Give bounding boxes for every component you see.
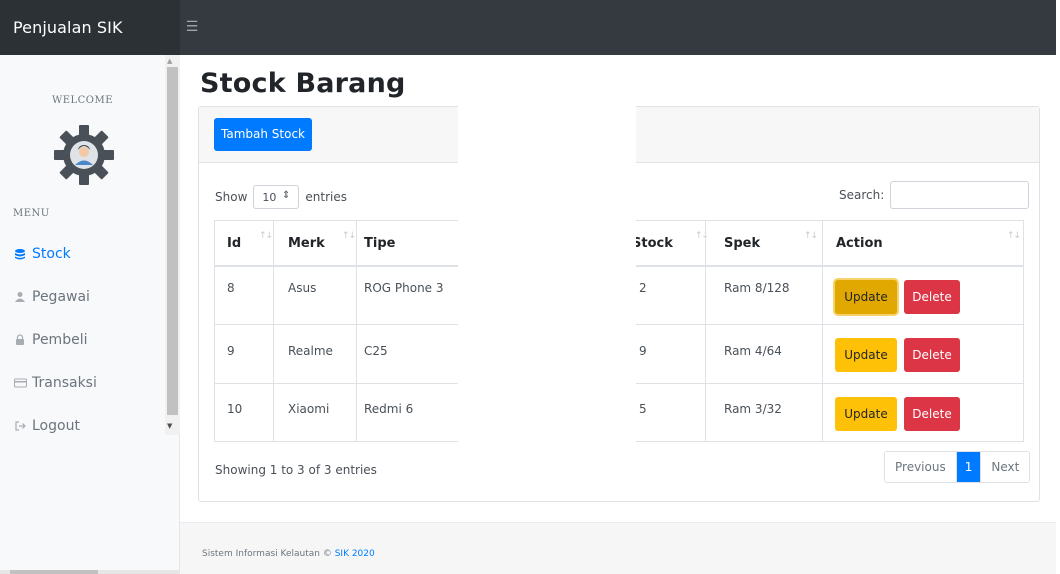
lock-icon — [13, 333, 27, 347]
cell-id: 8 — [227, 281, 235, 295]
scroll-down-arrow-icon[interactable]: ▼ — [167, 422, 172, 430]
page-title: Stock Barang — [200, 68, 406, 99]
footer: Sistem Informasi Kelautan © SIK 2020 — [180, 522, 1056, 574]
cell-merk: Realme — [288, 344, 333, 358]
search-label: Search: — [839, 188, 885, 202]
search-control: Search: — [839, 181, 1030, 209]
blank-region — [458, 106, 636, 442]
pagination-page[interactable]: 1 — [956, 452, 981, 482]
top-navbar: Penjualan SIK ☰ — [0, 0, 1056, 55]
cell-tipe: Redmi 6 — [364, 402, 414, 416]
add-stock-button[interactable]: Tambah Stock — [214, 118, 312, 151]
column-header-merk[interactable]: Merk — [288, 236, 325, 251]
length-control: Show 10 ⇕ entries — [215, 185, 347, 209]
sort-icon[interactable]: ↑↓ — [804, 231, 818, 241]
sidebar-item-label: Transaksi — [32, 375, 97, 391]
select-caret-icon: ⇕ — [282, 190, 291, 201]
delete-button[interactable]: Delete — [904, 397, 960, 431]
delete-button[interactable]: Delete — [904, 280, 960, 314]
sort-icon[interactable]: ↑↓ — [342, 231, 356, 241]
sort-icon[interactable]: ↑↓ — [695, 231, 709, 241]
table-border-left — [214, 220, 215, 442]
card-icon — [13, 376, 27, 390]
table-column-divider — [822, 220, 823, 442]
update-button[interactable]: Update — [835, 338, 897, 372]
footer-text: Sistem Informasi Kelautan © SIK 2020 — [202, 549, 375, 559]
database-icon — [13, 247, 27, 261]
menu-toggle-icon[interactable]: ☰ — [181, 17, 203, 37]
scroll-up-arrow-icon[interactable]: ▲ — [167, 57, 172, 65]
update-button[interactable]: Update — [835, 280, 897, 314]
sidebar-item-transaksi[interactable]: Transaksi — [13, 371, 97, 395]
sidebar-item-label: Pegawai — [32, 289, 90, 305]
sidebar-item-pegawai[interactable]: Pegawai — [13, 285, 90, 309]
search-input[interactable] — [890, 181, 1030, 209]
welcome-label: WELCOME — [51, 95, 114, 106]
cell-merk: Xiaomi — [288, 402, 330, 416]
entries-label: entries — [305, 190, 347, 204]
sidebar-item-logout[interactable]: Logout — [13, 414, 80, 438]
cell-merk: Asus — [288, 281, 317, 295]
cell-stock: 5 — [639, 402, 647, 416]
entries-select-value: 10 — [262, 190, 277, 204]
table-border-right — [1023, 220, 1024, 442]
sidebar-item-label: Pembeli — [32, 332, 88, 348]
cell-id: 9 — [227, 344, 235, 358]
menu-section-label: MENU — [13, 208, 50, 219]
logout-icon — [13, 419, 27, 433]
table-column-divider — [705, 220, 706, 442]
delete-button[interactable]: Delete — [904, 338, 960, 372]
sidebar-item-label: Logout — [32, 418, 80, 434]
update-button[interactable]: Update — [835, 397, 897, 431]
column-header-spek[interactable]: Spek — [724, 236, 760, 251]
sort-icon[interactable]: ↑↓ — [259, 231, 273, 241]
column-header-action[interactable]: Action — [836, 236, 883, 251]
sidebar: WELCOME MENU Stock Pegawai Pembeli Trans… — [0, 55, 180, 574]
app-frame: Penjualan SIK ☰ WELCOME MENU Stock Pegaw… — [0, 0, 1060, 574]
cell-spek: Ram 3/32 — [724, 402, 782, 416]
table-column-divider — [356, 220, 357, 442]
pagination: Previous 1 Next — [884, 451, 1031, 483]
brand-title[interactable]: Penjualan SIK — [0, 0, 180, 55]
user-icon — [13, 290, 27, 304]
cell-stock: 9 — [639, 344, 647, 358]
cell-stock: 2 — [639, 281, 647, 295]
sidebar-item-stock[interactable]: Stock — [13, 242, 71, 266]
sidebar-item-label: Stock — [32, 246, 71, 262]
sort-icon[interactable]: ↑↓ — [1007, 231, 1021, 241]
footer-copyright: Sistem Informasi Kelautan © — [202, 549, 332, 559]
column-header-id[interactable]: Id — [227, 236, 241, 251]
table-column-divider — [273, 220, 274, 442]
column-header-stock[interactable]: Stock — [632, 236, 673, 251]
cell-spek: Ram 4/64 — [724, 344, 782, 358]
horizontal-scroll-thumb[interactable] — [10, 570, 98, 574]
cell-id: 10 — [227, 402, 243, 416]
cell-spek: Ram 8/128 — [724, 281, 790, 295]
footer-link[interactable]: SIK 2020 — [335, 549, 375, 559]
sidebar-item-pembeli[interactable]: Pembeli — [13, 328, 87, 352]
cell-tipe: C25 — [364, 344, 388, 358]
pagination-next[interactable]: Next — [980, 452, 1030, 482]
cell-tipe: ROG Phone 3 — [364, 281, 444, 295]
table-info: Showing 1 to 3 of 3 entries — [215, 463, 377, 477]
show-label: Show — [215, 190, 248, 204]
sidebar-scroll-thumb[interactable] — [167, 67, 178, 415]
pagination-previous[interactable]: Previous — [885, 452, 957, 482]
entries-select[interactable]: 10 ⇕ — [253, 185, 300, 209]
column-header-tipe[interactable]: Tipe — [364, 236, 395, 251]
avatar-gear-icon — [52, 123, 116, 187]
